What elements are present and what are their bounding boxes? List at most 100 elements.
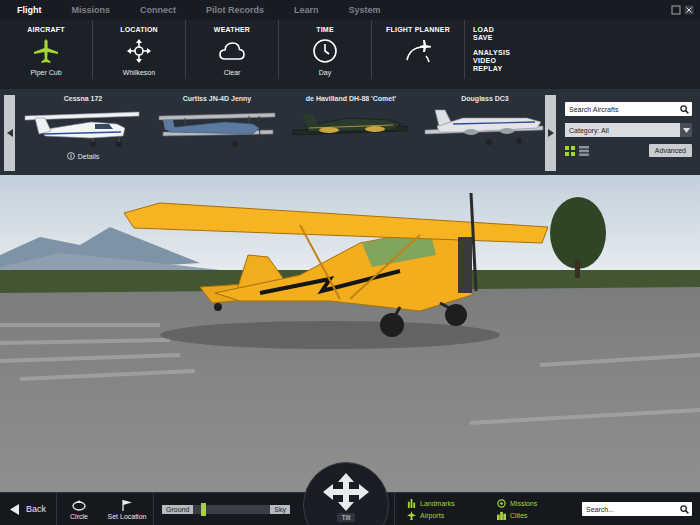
city-icon [497,511,506,520]
menu-tab[interactable]: System [349,5,381,15]
piper-cub [124,193,548,337]
slider-thumb[interactable] [201,503,206,516]
aircraft-card[interactable]: Cessna 172 Details [19,90,147,175]
section-label: FLIGHT PLANNER [386,26,450,33]
aircraft-search[interactable]: Search Aircrafts [565,102,692,116]
bottom-bar: BackCircleSet Location Ground Sky Tilt Landm… [0,492,700,525]
action-link[interactable]: LOAD [473,26,510,33]
flight-toolbar: AIRCRAFT Piper Cub LOCATION Whilkeson WEATHE… [0,20,700,90]
divider [56,493,57,525]
media-actions: ANALYSISVIDEOREPLAY [473,49,510,72]
viewport [0,175,700,492]
aircraft-name: Cessna 172 [64,95,103,102]
menu-tab[interactable]: Pilot Records [206,5,264,15]
layer-toggle[interactable]: Landmarks [407,499,485,508]
mission-icon [497,499,506,508]
menu-tab[interactable]: Learn [294,5,319,15]
search-icon [680,505,689,514]
section-value: Day [319,69,331,78]
altitude-slider: Ground Sky [162,505,290,514]
set-location-button[interactable]: Set Location [101,499,153,520]
layer-column: Missions Cities [497,499,575,520]
slider-min-label: Ground [162,505,193,514]
grid-view-icon[interactable] [565,146,575,156]
actions: LOADSAVE ANALYSISVIDEOREPLAY [465,20,510,89]
dropdown-arrow [680,123,692,137]
details-link[interactable]: Details [67,152,99,160]
action-link[interactable]: SAVE [473,34,510,41]
location-icon [125,38,153,64]
section-label: TIME [316,26,334,33]
prev-button[interactable] [4,95,15,171]
tilt-label: Tilt [337,513,354,522]
circle-icon [72,499,86,511]
aircraft-filter: Search Aircrafts Category: All Advanced [560,90,700,175]
divider [153,493,154,525]
tree [550,197,606,278]
biplane-thumbnail [155,104,279,150]
section-label: AIRCRAFT [27,26,64,33]
layer-toggle[interactable]: Airports [407,511,485,520]
action-link[interactable]: REPLAY [473,65,510,72]
toolbar-section[interactable]: WEATHER Clear [186,20,279,79]
slider-max-label: Sky [270,505,290,514]
dc3-thumbnail [423,104,547,150]
section-value: Clear [224,69,241,78]
joystick-slot: Tilt [298,493,394,525]
toolbar-section[interactable]: FLIGHT PLANNER [372,20,465,79]
cessna-thumbnail [21,104,145,150]
menu-tab[interactable]: Flight [17,5,42,15]
airport-icon [407,511,416,520]
cloud-icon [218,38,246,64]
aircraft-card[interactable]: Curtiss JN-4D Jenny [153,90,281,175]
divider [394,493,395,525]
layer-toggle[interactable]: Cities [497,511,575,520]
aircraft-carousel: Cessna 172 Details Curtiss JN-4D Jenny de H… [0,90,700,175]
aircraft-card[interactable]: Douglass DC3 [421,90,549,175]
right-arrow-icon [548,129,554,137]
aircraft-name: Curtiss JN-4D Jenny [183,95,251,102]
toolbar-section[interactable]: LOCATION Whilkeson [93,20,186,79]
action-link[interactable]: ANALYSIS [473,49,510,56]
comet-thumbnail [289,104,413,150]
main-menu: Flight Missions Connect Pilot Records Learn S… [0,0,700,20]
back-arrow-icon [10,504,19,515]
direction-arrows-icon [323,473,369,511]
toolbar-section[interactable]: AIRCRAFT Piper Cub [0,20,93,79]
clock-icon [311,38,339,64]
category-dropdown[interactable]: Category: All [565,123,692,137]
menu-tab[interactable]: Missions [72,5,111,15]
action-link[interactable]: VIDEO [473,57,510,64]
view-row: Advanced [565,144,692,157]
restore-icon[interactable] [671,5,681,15]
landmark-icon [407,499,416,508]
flight-scene[interactable] [0,175,700,492]
menu-tab[interactable]: Connect [140,5,176,15]
layer-toggle[interactable]: Missions [497,499,575,508]
toolbar-section[interactable]: TIME Day [279,20,372,79]
next-button[interactable] [545,95,556,171]
aircraft-card[interactable]: de Havilland DH-88 'Comet' [287,90,415,175]
info-icon [67,152,75,160]
list-view-icon[interactable] [579,146,589,156]
circle-button[interactable]: Circle [57,499,101,520]
search-field[interactable]: Search... [582,502,692,516]
window-controls [671,5,694,15]
close-icon[interactable] [684,5,694,15]
section-value: Whilkeson [123,69,155,78]
section-label: WEATHER [214,26,250,33]
chevron-down-icon [683,128,690,133]
flag-icon [121,499,133,511]
section-label: LOCATION [120,26,158,33]
file-actions: LOADSAVE [473,26,510,41]
left-arrow-icon [7,129,13,137]
advanced-button[interactable]: Advanced [649,144,692,157]
airplane-icon [32,38,60,64]
aircraft-list: Cessna 172 Details Curtiss JN-4D Jenny de H… [19,90,541,175]
layer-column: Landmarks Airports [407,499,485,520]
search-icon [680,105,689,114]
section-value: Piper Cub [30,69,61,78]
back-button[interactable]: Back [0,504,56,515]
aircraft-name: de Havilland DH-88 'Comet' [306,95,396,102]
slider-track[interactable] [193,505,270,514]
